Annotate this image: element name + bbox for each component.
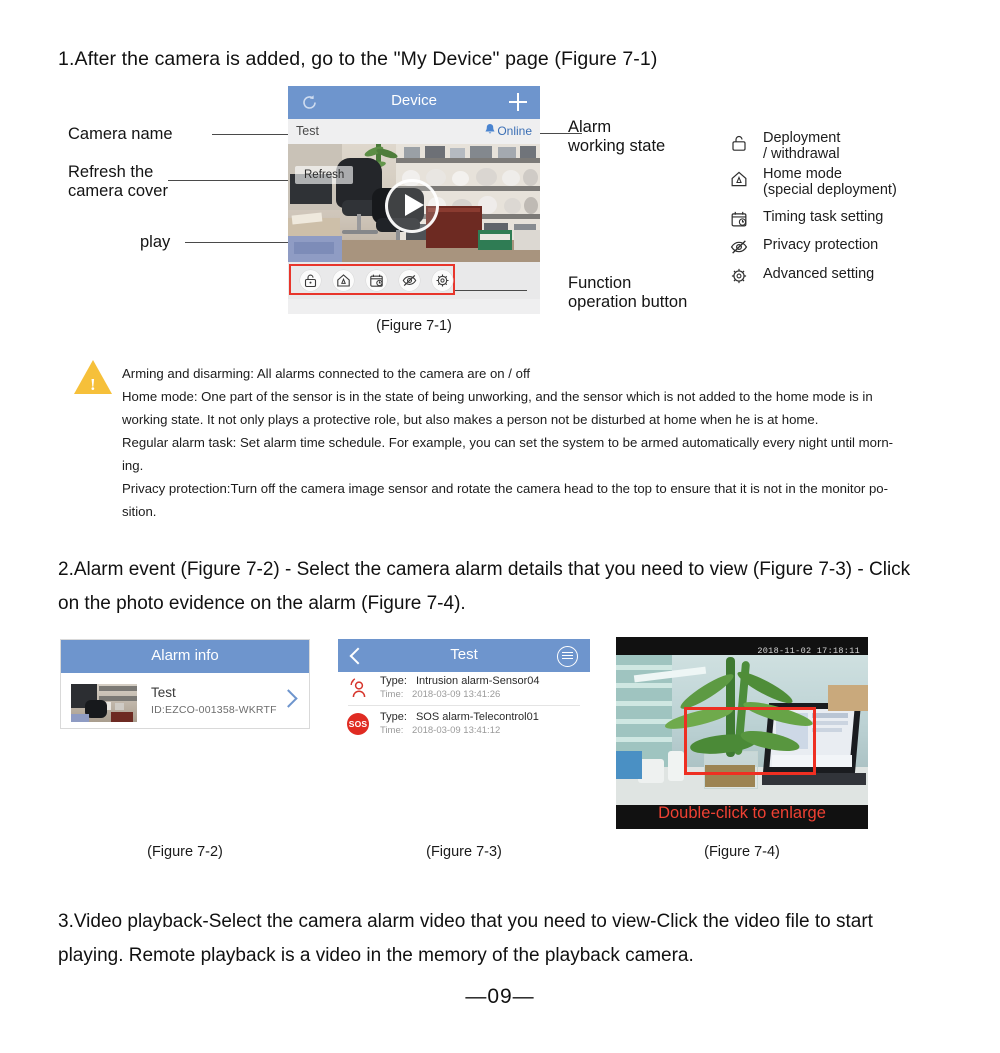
annotation-refresh-cover-line1: Refresh the	[68, 163, 154, 181]
eye-slash-icon	[730, 238, 748, 256]
alarm-event-type-1: Type: Intrusion alarm-Sensor04	[380, 675, 540, 687]
device-row-header: Test Online	[288, 119, 540, 144]
alarm-info-title: Alarm info	[151, 647, 219, 664]
leader-line-camera-name	[212, 134, 288, 135]
refresh-cover-button[interactable]: Refresh	[295, 166, 354, 184]
figure-7-1-caption: (Figure 7-1)	[376, 318, 452, 334]
photo-timestamp: 2018-11-02 17:18:11	[757, 646, 860, 656]
figure-7-4-caption: (Figure 7-4)	[704, 844, 780, 860]
step-3-line-2: playing. Remote playback is a video in t…	[58, 945, 694, 966]
device-header-bar: Device	[288, 86, 540, 119]
step-2-line-1: 2.Alarm event (Figure 7-2) - Select the …	[58, 559, 911, 580]
alarm-list-title: Test	[450, 646, 478, 663]
legend-label-advanced: Advanced setting	[763, 266, 875, 282]
photo-detection-box	[684, 707, 816, 775]
figure-7-3-caption: (Figure 7-3)	[426, 844, 502, 860]
alarm-list-header-bar: Test	[338, 639, 590, 672]
note-line-3: working state. It not only plays a prote…	[122, 412, 819, 427]
calendar-clock-icon	[370, 274, 383, 287]
note-line-4: Regular alarm task: Set alarm time sched…	[122, 435, 894, 450]
note-line-1: Arming and disarming: All alarms connect…	[122, 366, 531, 381]
annotation-function-button-line2: operation button	[568, 293, 688, 311]
device-status-badge: Online	[497, 124, 532, 138]
tool-deployment-withdrawal[interactable]	[300, 270, 321, 291]
home-icon	[730, 170, 748, 188]
step-1-heading: 1.After the camera is added, go to the "…	[58, 48, 658, 70]
note-line-6: Privacy protection:Turn off the camera i…	[122, 481, 889, 496]
figure-7-2-caption: (Figure 7-2)	[147, 844, 223, 860]
annotation-alarm-state-line2: working state	[568, 137, 666, 155]
figure-7-4-alarm-photo[interactable]: 2018-11-02 17:18:11 Double-click to enla…	[616, 637, 868, 829]
leader-line-play	[185, 242, 288, 243]
intrusion-person-icon	[347, 676, 371, 700]
tool-home-mode[interactable]	[333, 270, 354, 291]
leader-line-refresh-cover	[168, 180, 288, 181]
alarm-item-id: ID:EZCO-001358-WKRTF	[151, 704, 277, 716]
page-number: —09—	[465, 985, 535, 1008]
tool-advanced-setting[interactable]	[432, 270, 453, 291]
note-line-5: ing.	[122, 458, 144, 473]
note-line-2: Home mode: One part of the sensor is in …	[122, 389, 873, 404]
calendar-clock-icon	[730, 210, 748, 228]
alarm-event-row-1[interactable]: Type: Intrusion alarm-Sensor04 Time: 201…	[338, 675, 590, 703]
unlock-icon	[304, 274, 317, 288]
alarm-thumbnail[interactable]	[71, 684, 137, 722]
gear-icon	[730, 267, 748, 285]
leader-line-function-button	[455, 290, 527, 291]
home-icon	[337, 274, 350, 287]
legend-label-home-2: (special deployment)	[763, 182, 897, 198]
bell-icon	[484, 123, 496, 136]
alarm-info-header-bar: Alarm info	[61, 640, 309, 673]
annotation-camera-name: Camera name	[68, 125, 173, 143]
alarm-item-name: Test	[151, 685, 176, 700]
play-icon[interactable]	[385, 179, 439, 233]
tool-timing-task-setting[interactable]	[366, 270, 387, 291]
alarm-event-time-2: Time: 2018-03-09 13:41:12	[380, 725, 501, 736]
warning-exclamation: !	[90, 375, 96, 394]
device-camera-name: Test	[296, 124, 319, 138]
step-3-line-1: 3.Video playback-Select the camera alarm…	[58, 911, 873, 932]
legend-label-privacy: Privacy protection	[763, 237, 879, 253]
unlock-icon	[730, 134, 748, 152]
alarm-event-row-2[interactable]: SOS Type: SOS alarm-Telecontrol01 Time: …	[338, 711, 590, 739]
legend-label-deployment-2: / withdrawal	[763, 146, 840, 162]
device-header-title: Device	[391, 92, 437, 109]
plus-icon[interactable]	[509, 93, 527, 111]
annotation-play: play	[140, 233, 171, 251]
double-click-hint: Double-click to enlarge	[658, 804, 826, 822]
step-2-line-2: on the photo evidence on the alarm (Figu…	[58, 593, 466, 614]
annotation-refresh-cover-line2: camera cover	[68, 182, 168, 200]
function-operation-button-row	[288, 262, 540, 299]
hamburger-menu-icon[interactable]	[557, 646, 578, 667]
alarm-event-time-1: Time: 2018-03-09 13:41:26	[380, 689, 501, 700]
device-video-preview[interactable]: Refresh	[288, 144, 540, 262]
alarm-event-type-2: Type: SOS alarm-Telecontrol01	[380, 711, 539, 723]
figure-7-3-alarm-list: Test Type: Intrusion alarm-Sensor04 Time…	[338, 639, 590, 736]
eye-slash-icon	[402, 274, 417, 287]
annotation-function-button-line1: Function	[568, 274, 632, 292]
sos-icon: SOS	[347, 713, 369, 735]
tool-privacy-protection[interactable]	[399, 270, 420, 291]
legend-label-timing: Timing task setting	[763, 209, 884, 225]
chevron-right-icon[interactable]	[279, 689, 298, 708]
gear-icon	[436, 274, 449, 287]
note-line-7: sition.	[122, 504, 157, 519]
alarm-list-separator	[348, 705, 580, 706]
annotation-alarm-state-line1: Alarm	[568, 118, 612, 136]
figure-7-2-alarm-info: Alarm info Test ID:EZCO-001358-WKRTF	[60, 639, 310, 729]
figure-7-1-device-screen: Device Test Online Refresh	[288, 86, 540, 314]
